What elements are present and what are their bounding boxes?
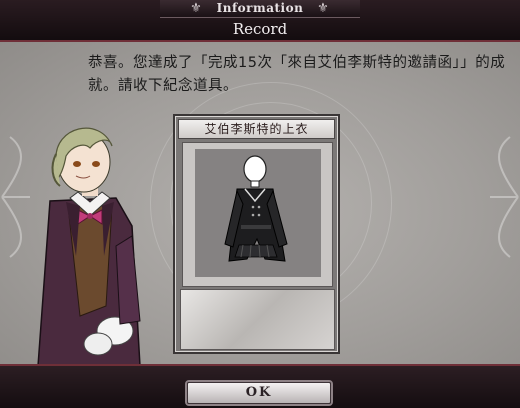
footer-bar: OK bbox=[0, 364, 520, 408]
ok-button-label: OK bbox=[245, 385, 273, 400]
character-portrait bbox=[37, 127, 141, 364]
flourish-right-icon bbox=[490, 136, 519, 258]
record-panel: 恭喜。您達成了「完成15次「來自艾伯李斯特的邀請函」」的成就。請收下紀念道具。 bbox=[0, 42, 520, 364]
header-bar: Information ⚜ ⚜ Record bbox=[0, 0, 520, 42]
fleur-ornament-icon: ⚜ bbox=[190, 1, 202, 16]
item-name: 艾伯李斯特的上衣 bbox=[178, 119, 335, 139]
item-image-frame bbox=[182, 142, 333, 287]
ok-button[interactable]: OK bbox=[187, 382, 331, 404]
fleur-ornament-icon: ⚜ bbox=[317, 1, 329, 16]
item-preview-image bbox=[195, 149, 321, 277]
item-description-area bbox=[180, 289, 335, 350]
reward-item-card: 艾伯李斯特的上衣 bbox=[173, 114, 340, 354]
achievement-message: 恭喜。您達成了「完成15次「來自艾伯李斯特的邀請函」」的成就。請收下紀念道具。 bbox=[88, 55, 506, 94]
page-subtitle: Record bbox=[232, 20, 288, 38]
